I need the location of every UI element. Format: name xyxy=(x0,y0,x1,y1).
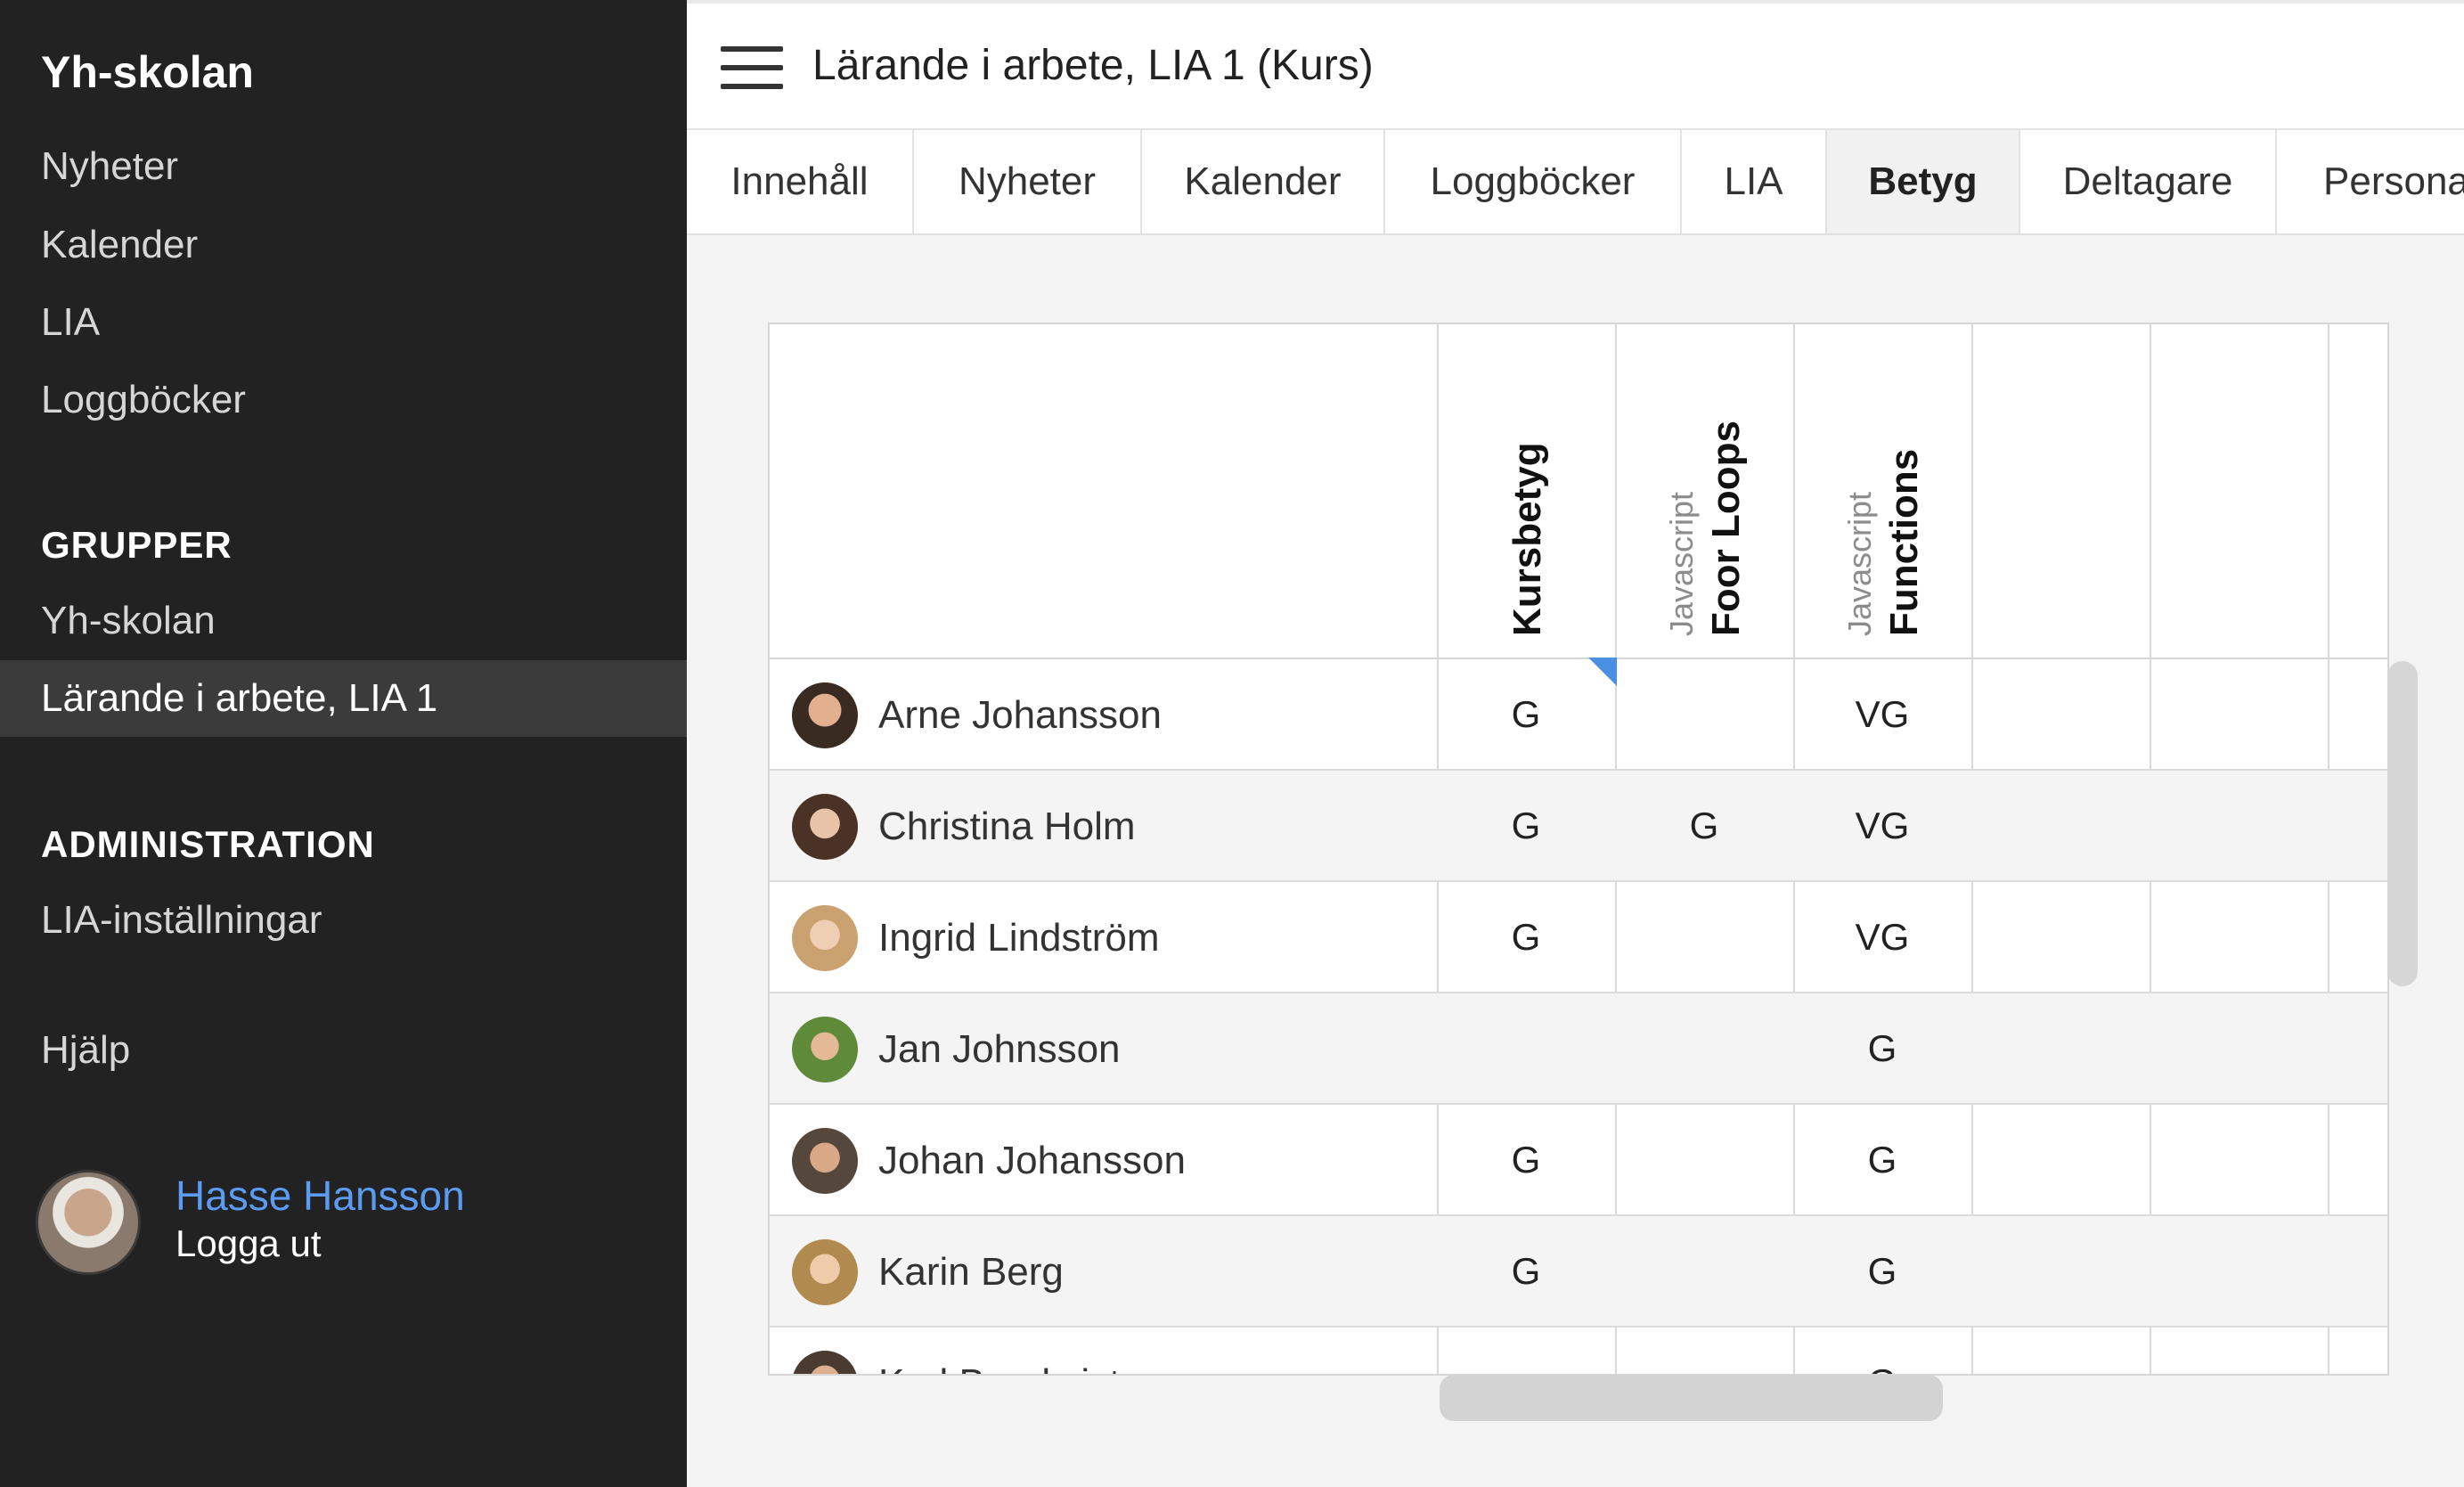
selected-cell-corner-marker xyxy=(1588,658,1617,686)
horizontal-scrollbar-thumb[interactable] xyxy=(1440,1375,1943,1421)
hamburger-menu-icon[interactable] xyxy=(721,46,783,89)
user-name-link[interactable]: Hasse Hansson xyxy=(175,1172,465,1220)
course-tabs: Innehåll Nyheter Kalender Loggböcker LIA… xyxy=(687,130,2464,235)
table-row: Johan Johansson G G xyxy=(770,1105,2387,1216)
table-row: Karin Berg G G xyxy=(770,1216,2387,1328)
grade-cell[interactable]: G xyxy=(1437,916,1615,959)
student-avatar xyxy=(792,1128,858,1194)
tab-loggbocker[interactable]: Loggböcker xyxy=(1385,130,1682,233)
column-course: Javascript xyxy=(1841,491,1878,636)
tab-deltagare[interactable]: Deltagare xyxy=(2020,130,2277,233)
table-row: Ingrid Lindström G VG xyxy=(770,882,2387,993)
user-avatar[interactable] xyxy=(36,1170,141,1275)
table-row: Jan Johnsson G xyxy=(770,993,2387,1105)
sidebar-brand[interactable]: Yh-skolan xyxy=(41,46,254,98)
tab-lia[interactable]: LIA xyxy=(1682,130,1827,233)
tab-nyheter[interactable]: Nyheter xyxy=(914,130,1142,233)
student-name[interactable]: Jan Johnsson xyxy=(878,1027,1121,1072)
sidebar: Yh-skolan Nyheter Kalender LIA Loggböcke… xyxy=(0,0,687,1487)
sidebar-item-loggbocker[interactable]: Loggböcker xyxy=(41,378,246,422)
column-course: Javascript xyxy=(1663,491,1700,636)
grade-cell[interactable]: VG xyxy=(1793,693,1971,736)
sidebar-item-yh-skolan[interactable]: Yh-skolan xyxy=(41,599,216,643)
sidebar-item-lia-1[interactable]: Lärande i arbete, LIA 1 xyxy=(41,676,437,721)
sidebar-item-lia-installningar[interactable]: LIA-inställningar xyxy=(41,898,322,943)
student-avatar xyxy=(792,794,858,860)
sidebar-item-lia[interactable]: LIA xyxy=(41,300,100,345)
table-row: Karl Bergkvist G xyxy=(770,1328,2387,1374)
grade-cell[interactable]: G xyxy=(1793,1139,1971,1181)
grade-cell[interactable]: G xyxy=(1437,1139,1615,1181)
column-header-kursbetyg[interactable]: Kursbetyg xyxy=(1505,442,1550,636)
grade-cell[interactable]: G xyxy=(1437,1250,1615,1293)
grades-table: Kursbetyg Javascript Foor Loops Javascri… xyxy=(768,323,2389,1376)
logout-link[interactable]: Logga ut xyxy=(175,1222,322,1265)
page-header: Lärande i arbete, LIA 1 (Kurs) xyxy=(687,4,2464,130)
grade-cell[interactable]: G xyxy=(1615,805,1793,847)
grade-cell[interactable]: VG xyxy=(1793,916,1971,959)
table-row: Arne Johansson G VG xyxy=(770,659,2387,771)
column-header-foor-loops[interactable]: Javascript Foor Loops xyxy=(1663,421,1749,636)
student-name[interactable]: Johan Johansson xyxy=(878,1139,1186,1183)
tab-kalender[interactable]: Kalender xyxy=(1142,130,1385,233)
page-title: Lärande i arbete, LIA 1 (Kurs) xyxy=(812,42,1374,89)
grade-cell[interactable]: VG xyxy=(1793,805,1971,847)
sidebar-heading-groups: GRUPPER xyxy=(41,524,233,566)
table-row: Christina Holm G G VG xyxy=(770,771,2387,882)
column-title: Functions xyxy=(1882,448,1926,636)
student-avatar xyxy=(792,682,858,748)
tab-betyg[interactable]: Betyg xyxy=(1827,130,2020,233)
student-avatar xyxy=(792,1239,858,1305)
student-name[interactable]: Ingrid Lindström xyxy=(878,916,1159,960)
column-title: Kursbetyg xyxy=(1505,442,1549,636)
sidebar-item-nyheter[interactable]: Nyheter xyxy=(41,144,178,189)
column-title: Foor Loops xyxy=(1704,421,1748,636)
grade-cell[interactable]: G xyxy=(1437,805,1615,847)
sidebar-item-kalender[interactable]: Kalender xyxy=(41,223,198,267)
tab-persona[interactable]: Persona xyxy=(2277,130,2464,233)
grade-cell[interactable]: G xyxy=(1793,1250,1971,1293)
grade-cell[interactable]: G xyxy=(1437,693,1615,736)
student-avatar xyxy=(792,1017,858,1083)
student-name[interactable]: Christina Holm xyxy=(878,805,1136,849)
column-header-functions[interactable]: Javascript Functions xyxy=(1841,449,1927,636)
student-name[interactable]: Karin Berg xyxy=(878,1250,1064,1295)
student-name[interactable]: Karl Bergkvist xyxy=(878,1361,1120,1374)
grade-cell[interactable]: G xyxy=(1793,1361,1971,1374)
student-avatar xyxy=(792,1351,858,1374)
sidebar-item-help[interactable]: Hjälp xyxy=(41,1028,130,1073)
vertical-scrollbar-thumb[interactable] xyxy=(2387,661,2418,986)
student-name[interactable]: Arne Johansson xyxy=(878,693,1162,738)
tab-innehall[interactable]: Innehåll xyxy=(687,130,914,233)
sidebar-heading-administration: ADMINISTRATION xyxy=(41,823,375,865)
grade-cell[interactable]: G xyxy=(1793,1027,1971,1070)
student-avatar xyxy=(792,905,858,971)
